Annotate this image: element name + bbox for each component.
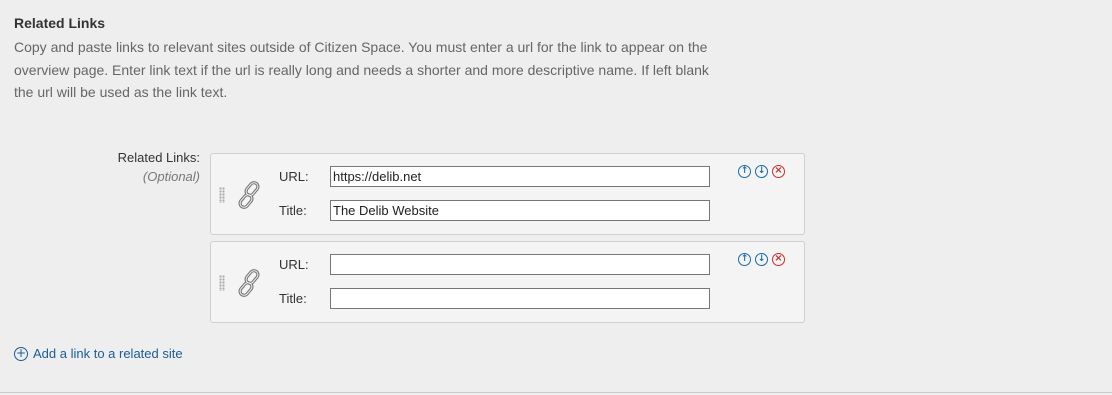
plus-circle-icon: + xyxy=(14,345,28,361)
section-title: Related Links xyxy=(14,15,106,31)
divider xyxy=(0,392,1112,393)
close-circle-icon[interactable]: × xyxy=(772,165,785,178)
url-input[interactable] xyxy=(330,166,710,187)
arrow-up-circle-icon[interactable]: ↑ xyxy=(738,165,751,178)
url-label: URL: xyxy=(279,169,309,184)
row-controls: ↑ ↓ × xyxy=(738,165,785,178)
url-label: URL: xyxy=(279,257,309,272)
link-chain-icon xyxy=(238,269,260,297)
row-controls: ↑ ↓ × xyxy=(738,253,785,266)
drag-handle-icon[interactable] xyxy=(219,187,225,203)
link-chain-icon xyxy=(238,181,260,209)
field-label-text: Related Links: xyxy=(117,150,200,165)
arrow-down-circle-icon[interactable]: ↓ xyxy=(755,253,768,266)
close-circle-icon[interactable]: × xyxy=(772,253,785,266)
arrow-up-circle-icon[interactable]: ↑ xyxy=(738,253,751,266)
section-help-text: Copy and paste links to relevant sites o… xyxy=(14,39,709,100)
drag-handle-icon[interactable] xyxy=(219,275,225,291)
title-input[interactable] xyxy=(330,288,710,309)
url-input[interactable] xyxy=(330,254,710,275)
related-link-row: URL: Title: ↑ ↓ × xyxy=(210,241,805,323)
optional-label: (Optional) xyxy=(142,169,200,184)
title-label: Title: xyxy=(279,203,307,218)
title-input[interactable] xyxy=(330,200,710,221)
title-label: Title: xyxy=(279,291,307,306)
add-related-link-button[interactable]: + Add a link to a related site xyxy=(14,346,183,361)
related-link-row: URL: Title: ↑ ↓ × xyxy=(210,153,805,235)
related-links-label: Related Links: (Optional) xyxy=(60,150,200,184)
add-link-label: Add a link to a related site xyxy=(33,346,183,361)
arrow-down-circle-icon[interactable]: ↓ xyxy=(755,165,768,178)
